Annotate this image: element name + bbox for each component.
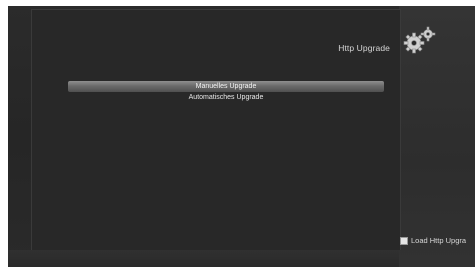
white-square-icon <box>400 236 408 245</box>
page-title: Http Upgrade <box>338 43 390 53</box>
panel-divider <box>32 9 400 10</box>
bottom-bar <box>8 250 399 267</box>
upgrade-menu: Manuelles Upgrade Automatisches Upgrade <box>68 81 384 103</box>
legend-label: Load Http Upgra <box>411 236 467 245</box>
menu-item-automatic-upgrade[interactable]: Automatisches Upgrade <box>68 92 384 103</box>
main-panel: Http Upgrade Manuelles Upgrade Automatis… <box>31 9 401 250</box>
legend: Load Http Upgra <box>400 236 466 245</box>
menu-item-manual-upgrade[interactable]: Manuelles Upgrade <box>68 81 384 92</box>
gear-icon <box>403 26 436 54</box>
upgrade-screen: Http Upgrade Manuelles Upgrade Automatis… <box>0 0 475 267</box>
